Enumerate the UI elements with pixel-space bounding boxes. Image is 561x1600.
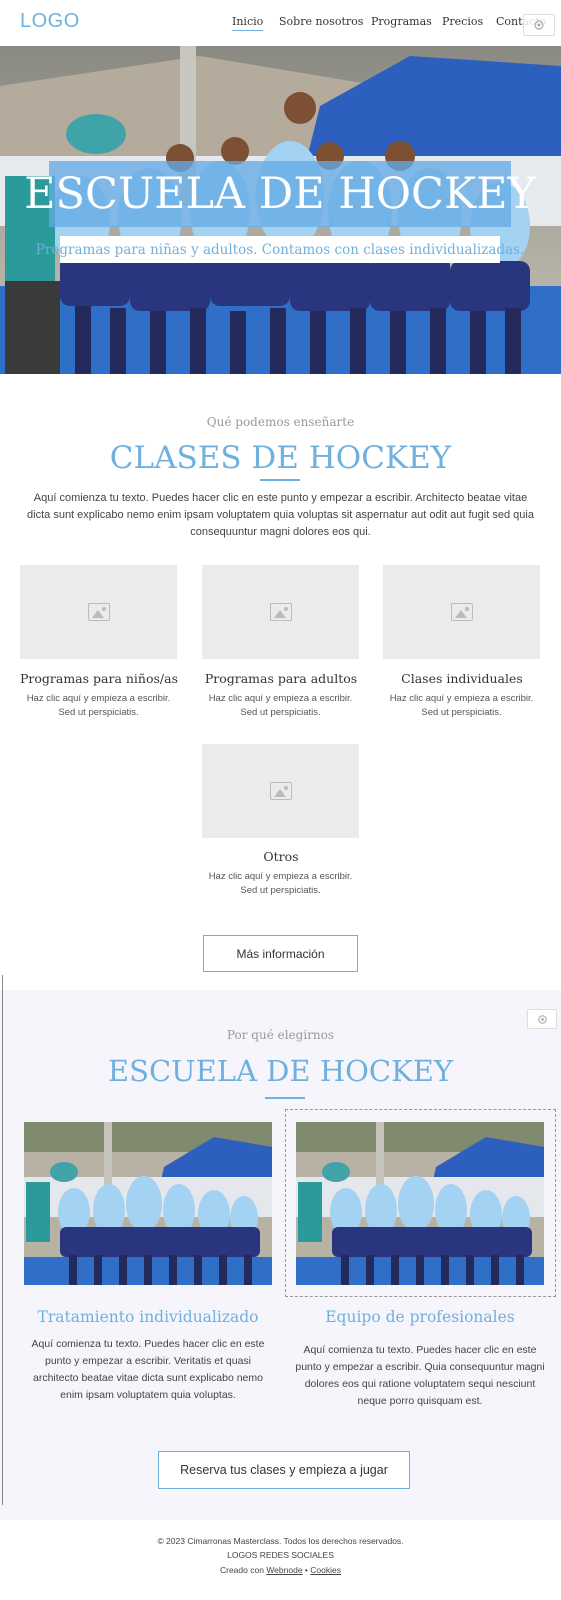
hero-title-box: ESCUELA DE HOCKEY [24,161,536,227]
hero-title: ESCUELA DE HOCKEY [24,169,536,219]
gear-icon[interactable] [527,1009,557,1029]
card-image-placeholder[interactable] [383,565,540,659]
card-image-placeholder[interactable] [202,565,359,659]
why-eyebrow: Por qué elegirnos [226,1028,335,1042]
hero-subtitle: Programas para niñas y adultos. Contamos… [35,241,525,258]
card-title: Programas para adultos [204,671,358,686]
classes-title: CLASES DE HOCKEY [109,440,452,476]
image-placeholder-icon [450,603,473,621]
team-photo [296,1122,544,1285]
feature-title: Equipo de profesionales [325,1308,515,1326]
logo[interactable]: LOGO [20,10,80,33]
card-image-placeholder[interactable] [202,744,359,838]
image-placeholder-icon [269,603,292,621]
classes-intro-text: Aquí comienza tu texto. Puedes hacer cli… [27,492,534,538]
card-title: Clases individuales [401,671,523,686]
feature-text: Aquí comienza tu texto. Puedes hacer cli… [31,1338,265,1401]
footer-copyright: © 2023 Cimarronas Masterclass. Todos los… [157,1536,404,1546]
card-text: Haz clic aquí y empieza a escribir. Sed … [208,693,353,718]
hero-subtitle-box: Programas para niñas y adultos. Contamos… [36,236,524,263]
image-placeholder-icon [269,782,292,800]
feature-text: Aquí comienza tu texto. Puedes hacer cli… [295,1344,545,1407]
feature-title: Tratamiento individualizado [37,1308,259,1326]
why-title: ESCUELA DE HOCKEY [107,1054,454,1088]
site-header: LOGO Inicio Sobre nosotros Programas Pre… [0,0,561,46]
card-title: Programas para niños/as [19,671,178,686]
card-text: Haz clic aquí y empieza a escribir. Sed … [26,693,171,718]
footer-created-prefix: Creado con [219,1565,264,1575]
card-image-placeholder[interactable] [20,565,177,659]
footer-separator: • [304,1565,308,1575]
classes-title-underline [260,479,300,481]
webnode-link[interactable]: Webnode [266,1565,302,1575]
gear-icon[interactable] [523,14,555,36]
card-title: Otros [263,849,299,864]
card-text: Haz clic aquí y empieza a escribir. Sed … [389,693,534,718]
hero-banner: ESCUELA DE HOCKEY Programas para niñas y… [0,46,561,374]
book-classes-button[interactable]: Reserva tus clases y empieza a jugar [158,1451,410,1489]
nav-inicio[interactable]: Inicio [232,15,264,31]
nav-precios[interactable]: Precios [442,15,483,28]
more-info-button[interactable]: Más información [203,935,358,972]
nav-programas[interactable]: Programas [371,15,432,28]
nav-sobre-nosotros[interactable]: Sobre nosotros [279,15,363,28]
why-title-underline [265,1097,305,1099]
footer-social: LOGOS REDES SOCIALES [227,1550,334,1560]
classes-eyebrow: Qué podemos enseñarte [206,415,355,429]
image-placeholder-icon [87,603,110,621]
card-text: Haz clic aquí y empieza a escribir. Sed … [208,871,353,896]
footer-credits: Creado con Webnode • Cookies [0,1565,561,1575]
team-photo [24,1122,272,1285]
cookies-link[interactable]: Cookies [310,1565,341,1575]
